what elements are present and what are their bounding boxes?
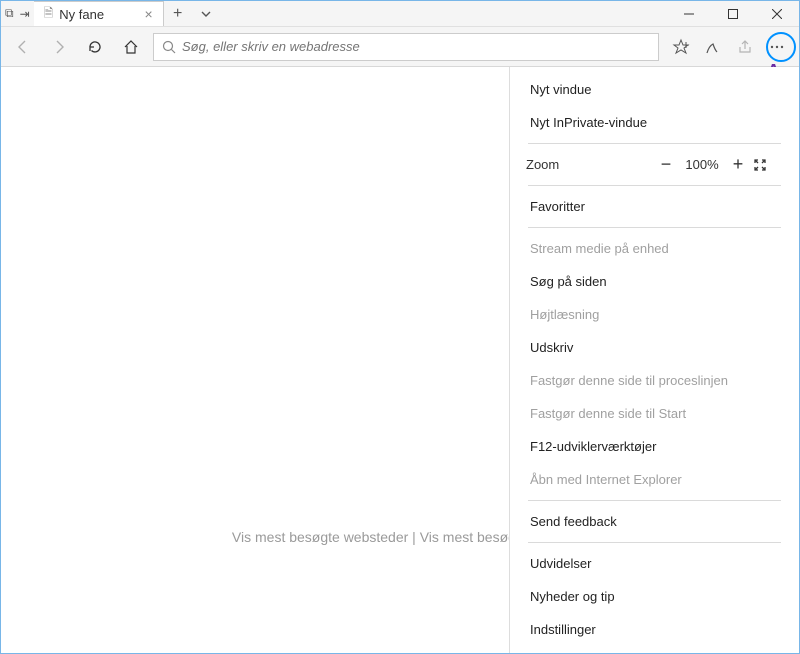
menu-find[interactable]: Søg på siden bbox=[510, 265, 799, 298]
show-tabs-aside-icon[interactable]: ⇥ bbox=[20, 7, 30, 21]
refresh-button[interactable] bbox=[81, 33, 109, 61]
menu-open-ie: Åbn med Internet Explorer bbox=[510, 463, 799, 496]
menu-feedback[interactable]: Send feedback bbox=[510, 505, 799, 538]
menu-new-inprivate[interactable]: Nyt InPrivate-vindue bbox=[510, 106, 799, 139]
search-input[interactable] bbox=[182, 39, 650, 54]
menu-read-aloud: Højtlæsning bbox=[510, 298, 799, 331]
new-tab-button[interactable]: + bbox=[164, 1, 192, 26]
divider bbox=[528, 227, 781, 228]
zoom-value: 100% bbox=[681, 157, 723, 172]
tab-title: Ny fane bbox=[59, 7, 104, 22]
divider bbox=[528, 143, 781, 144]
divider bbox=[528, 500, 781, 501]
menu-zoom-row: Zoom − 100% + bbox=[510, 148, 799, 181]
fullscreen-button[interactable] bbox=[753, 158, 783, 172]
browser-tab[interactable]: 🗎 Ny fane × bbox=[34, 1, 164, 26]
zoom-in-button[interactable]: + bbox=[723, 154, 753, 175]
menu-pin-start: Fastgør denne side til Start bbox=[510, 397, 799, 430]
close-window-button[interactable] bbox=[755, 1, 799, 26]
menu-print[interactable]: Udskriv bbox=[510, 331, 799, 364]
menu-favorites[interactable]: Favoritter bbox=[510, 190, 799, 223]
menu-devtools[interactable]: F12-udviklerværktøjer bbox=[510, 430, 799, 463]
divider bbox=[528, 185, 781, 186]
address-bar[interactable] bbox=[153, 33, 659, 61]
more-menu: Nyt vindue Nyt InPrivate-vindue Zoom − 1… bbox=[509, 67, 799, 653]
menu-cast: Stream medie på enhed bbox=[510, 232, 799, 265]
forward-button[interactable] bbox=[45, 33, 73, 61]
toolbar: A bbox=[1, 27, 799, 67]
page-icon: 🗎 bbox=[44, 4, 54, 25]
menu-settings[interactable]: Indstillinger bbox=[510, 613, 799, 646]
menu-new-window[interactable]: Nyt vindue bbox=[510, 73, 799, 106]
titlebar: ⧉ ⇥ 🗎 Ny fane × + bbox=[1, 1, 799, 27]
content-area: Vis mest besøgte websteder | Vis mest be… bbox=[1, 67, 799, 653]
share-button[interactable] bbox=[731, 33, 759, 61]
zoom-out-button[interactable]: − bbox=[651, 154, 681, 175]
menu-extensions[interactable]: Udvidelser bbox=[510, 547, 799, 580]
more-button[interactable] bbox=[763, 33, 791, 61]
search-icon bbox=[162, 40, 176, 54]
divider bbox=[528, 542, 781, 543]
zoom-label: Zoom bbox=[526, 157, 651, 172]
tab-overflow-button[interactable] bbox=[192, 1, 220, 26]
back-button[interactable] bbox=[9, 33, 37, 61]
menu-pin-taskbar: Fastgør denne side til proceslinjen bbox=[510, 364, 799, 397]
minimize-button[interactable] bbox=[667, 1, 711, 26]
tabs-aside-icon[interactable]: ⧉ bbox=[5, 6, 14, 21]
maximize-button[interactable] bbox=[711, 1, 755, 26]
reading-list-button[interactable] bbox=[699, 33, 727, 61]
menu-news-tips[interactable]: Nyheder og tip bbox=[510, 580, 799, 613]
close-tab-icon[interactable]: × bbox=[144, 6, 152, 22]
favorites-button[interactable] bbox=[667, 33, 695, 61]
home-button[interactable] bbox=[117, 33, 145, 61]
